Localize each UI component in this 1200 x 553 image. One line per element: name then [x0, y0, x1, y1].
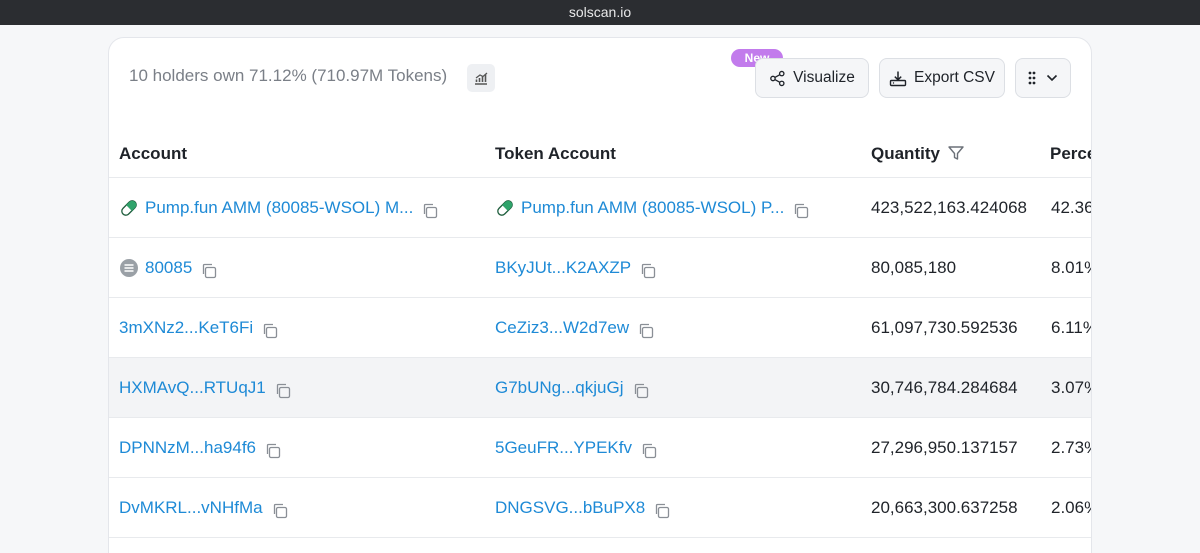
visualize-label: Visualize: [793, 69, 855, 86]
quantity-cell: 80,085,180: [871, 258, 957, 277]
column-header-account: Account: [119, 144, 187, 163]
account-cell: DPNNzM...ha94f6: [119, 418, 282, 478]
account-cell: DvMKRL...vNHfMa: [119, 478, 289, 538]
token-account-link[interactable]: 5GeuFR...YPEKfv: [495, 438, 632, 458]
chevron-down-icon: [1046, 74, 1058, 82]
table-row: Pump.fun AMM (80085-WSOL) M... Pump.fun …: [109, 178, 1092, 238]
grid-icon: [1028, 71, 1036, 85]
token-account-link[interactable]: Pump.fun AMM (80085-WSOL) P...: [521, 198, 784, 218]
token-account-link[interactable]: DNGSVG...bBuPX8: [495, 498, 645, 518]
coin-icon: [120, 259, 138, 277]
copy-icon[interactable]: [640, 442, 658, 460]
token-account-cell: DNGSVG...bBuPX8: [495, 478, 671, 538]
table-row: DPNNzM...ha94f6 5GeuFR...YPEKfv 27,296,9…: [109, 418, 1091, 478]
token-account-cell: 5GeuFR...YPEKfv: [495, 418, 658, 478]
percentage-cell: 6.11%: [1051, 318, 1091, 337]
account-cell: HXMAvQ...RTUqJ1: [119, 358, 292, 418]
copy-icon[interactable]: [792, 202, 810, 220]
account-link[interactable]: HXMAvQ...RTUqJ1: [119, 378, 266, 398]
token-account-link[interactable]: G7bUNg...qkjuGj: [495, 378, 624, 398]
percentage-cell: 8.01%: [1051, 258, 1091, 277]
percentage-cell: 2.73%: [1051, 438, 1091, 457]
quantity-cell: 27,296,950.137157: [871, 438, 1018, 457]
export-csv-button[interactable]: Export CSV: [879, 58, 1005, 98]
quantity-cell: 423,522,163.424068: [871, 198, 1027, 217]
copy-icon[interactable]: [200, 262, 218, 280]
copy-icon[interactable]: [271, 502, 289, 520]
table-row: 3mXNz2...KeT6Fi CeZiz3...W2d7ew 61,097,7…: [109, 298, 1091, 358]
account-link[interactable]: 3mXNz2...KeT6Fi: [119, 318, 253, 338]
account-link[interactable]: DPNNzM...ha94f6: [119, 438, 256, 458]
percentage-cell: 3.07%: [1051, 378, 1091, 397]
holders-card: 10 holders own 71.12% (710.97M Tokens) N…: [108, 37, 1092, 553]
token-account-cell: CeZiz3...W2d7ew: [495, 298, 655, 358]
copy-icon[interactable]: [264, 442, 282, 460]
download-icon: [889, 71, 907, 86]
column-header-percentage: Perce: [1050, 144, 1092, 163]
quantity-cell: 30,746,784.284684: [871, 378, 1018, 397]
percentage-cell: 2.06%: [1051, 498, 1091, 517]
table-row: 80085 BKyJUt...K2AXZP 80,085,180 8.01%: [109, 238, 1091, 298]
percentage-cell: 42.36: [1051, 198, 1092, 217]
column-options-button[interactable]: [1015, 58, 1071, 98]
filter-icon[interactable]: [947, 144, 965, 162]
page-background: 10 holders own 71.12% (710.97M Tokens) N…: [0, 25, 1200, 553]
token-account-link[interactable]: BKyJUt...K2AXZP: [495, 258, 631, 278]
token-account-cell: G7bUNg...qkjuGj: [495, 358, 650, 418]
copy-icon[interactable]: [421, 202, 439, 220]
account-cell: 3mXNz2...KeT6Fi: [119, 298, 279, 358]
account-link[interactable]: DvMKRL...vNHfMa: [119, 498, 263, 518]
browser-url-bar: solscan.io: [0, 0, 1200, 25]
column-header-quantity: Quantity: [871, 144, 940, 163]
token-account-link[interactable]: CeZiz3...W2d7ew: [495, 318, 629, 338]
account-cell: 80085: [119, 238, 218, 298]
token-account-cell: Pump.fun AMM (80085-WSOL) P...: [495, 178, 810, 238]
table-header: Account Token Account Quantity Perce: [109, 130, 1092, 178]
copy-icon[interactable]: [274, 382, 292, 400]
visualize-button[interactable]: Visualize: [755, 58, 869, 98]
table-row: DvMKRL...vNHfMa DNGSVG...bBuPX8 20,663,3…: [109, 478, 1091, 538]
copy-icon[interactable]: [632, 382, 650, 400]
pill-icon: [121, 200, 137, 216]
copy-icon[interactable]: [637, 322, 655, 340]
account-link[interactable]: Pump.fun AMM (80085-WSOL) M...: [145, 198, 413, 218]
table-row: HXMAvQ...RTUqJ1 G7bUNg...qkjuGj 30,746,7…: [109, 358, 1091, 418]
copy-icon[interactable]: [653, 502, 671, 520]
account-cell: Pump.fun AMM (80085-WSOL) M...: [119, 178, 439, 238]
chart-icon-button[interactable]: [467, 64, 495, 92]
share-icon: [770, 70, 785, 86]
copy-icon[interactable]: [639, 262, 657, 280]
token-account-cell: BKyJUt...K2AXZP: [495, 238, 657, 298]
quantity-cell: 61,097,730.592536: [871, 318, 1018, 337]
account-link[interactable]: 80085: [145, 258, 192, 278]
pill-icon: [497, 200, 513, 216]
chart-icon: [475, 72, 488, 85]
quantity-cell: 20,663,300.637258: [871, 498, 1018, 517]
copy-icon[interactable]: [261, 322, 279, 340]
column-header-token-account: Token Account: [495, 144, 616, 163]
url-title: solscan.io: [568, 4, 632, 20]
holders-summary: 10 holders own 71.12% (710.97M Tokens): [129, 66, 448, 85]
export-csv-label: Export CSV: [914, 69, 995, 86]
